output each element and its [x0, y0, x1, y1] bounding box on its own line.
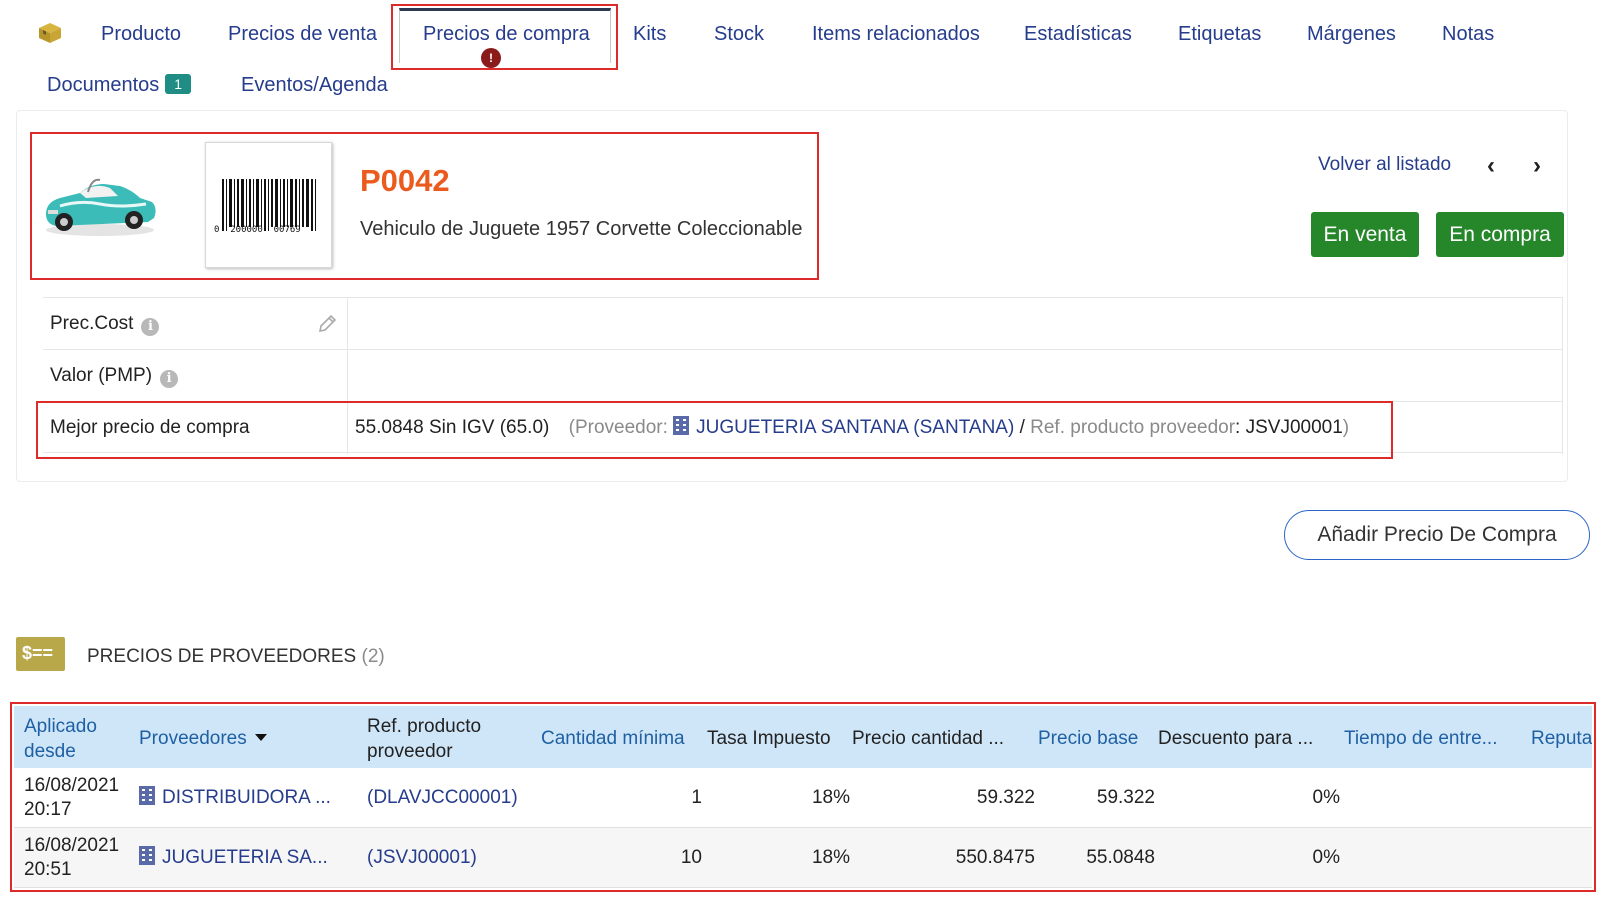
tab-stock[interactable]: Stock	[714, 23, 764, 46]
field-label-cell: Prec.Cost i	[43, 298, 348, 350]
info-icon[interactable]: i	[141, 318, 160, 336]
product-label: Vehiculo de Juguete 1957 Corvette Colecc…	[360, 218, 803, 240]
tab-bar: Producto Precios de venta Precios de com…	[0, 0, 1600, 110]
documentos-count-badge: 1	[165, 74, 192, 94]
on-purchase-status-button[interactable]: En compra	[1436, 212, 1564, 257]
tab-estadisticas[interactable]: Estadísticas	[1024, 23, 1132, 46]
tab-documentos[interactable]: Documentos 1	[47, 74, 192, 97]
product-box-icon	[39, 23, 61, 43]
tab-producto[interactable]: Producto	[101, 23, 181, 46]
section-title: PRECIOS DE PROVEEDORES (2)	[87, 646, 385, 668]
on-sale-status-button[interactable]: En venta	[1311, 212, 1419, 257]
highlight-best-price	[36, 401, 1393, 459]
tab-eventos-agenda[interactable]: Eventos/Agenda	[241, 74, 388, 97]
back-to-list-link[interactable]: Volver al listado	[1318, 154, 1451, 176]
info-icon[interactable]: i	[160, 370, 179, 388]
tab-notas[interactable]: Notas	[1442, 23, 1494, 46]
section-title-text: PRECIOS DE PROVEEDORES	[87, 646, 357, 667]
tab-margenes[interactable]: Márgenes	[1307, 23, 1396, 46]
section-count: (2)	[356, 646, 385, 667]
field-row-pmp: Valor (PMP) i	[43, 349, 1563, 402]
pmp-value-label: Valor (PMP)	[50, 365, 153, 386]
cost-price-label: Prec.Cost	[50, 313, 134, 334]
product-photo	[46, 178, 156, 236]
edit-pencil-icon[interactable]	[317, 314, 337, 334]
barcode-text: 0 200000 00769	[214, 225, 301, 235]
tab-etiquetas[interactable]: Etiquetas	[1178, 23, 1261, 46]
tab-documentos-label: Documentos	[47, 74, 160, 96]
product-ref: P0042	[360, 163, 450, 198]
next-record-chevron-icon[interactable]: ›	[1533, 152, 1541, 180]
fields-right-border	[1562, 297, 1563, 454]
highlight-supplier-table	[10, 702, 1596, 892]
highlight-active-tab	[391, 4, 618, 70]
field-row-cost: Prec.Cost i	[43, 297, 1563, 350]
barcode-image: 0 200000 00769	[205, 142, 332, 268]
tab-kits[interactable]: Kits	[633, 23, 666, 46]
previous-record-chevron-icon[interactable]: ‹	[1487, 152, 1495, 180]
add-purchase-price-button[interactable]: Añadir Precio De Compra	[1284, 510, 1590, 560]
supplier-prices-section-icon: $==	[16, 637, 65, 671]
field-label-cell: Valor (PMP) i	[43, 350, 348, 402]
tab-items-relacionados[interactable]: Items relacionados	[812, 23, 980, 46]
tab-precios-venta[interactable]: Precios de venta	[228, 23, 377, 46]
barcode-icon	[222, 179, 316, 231]
